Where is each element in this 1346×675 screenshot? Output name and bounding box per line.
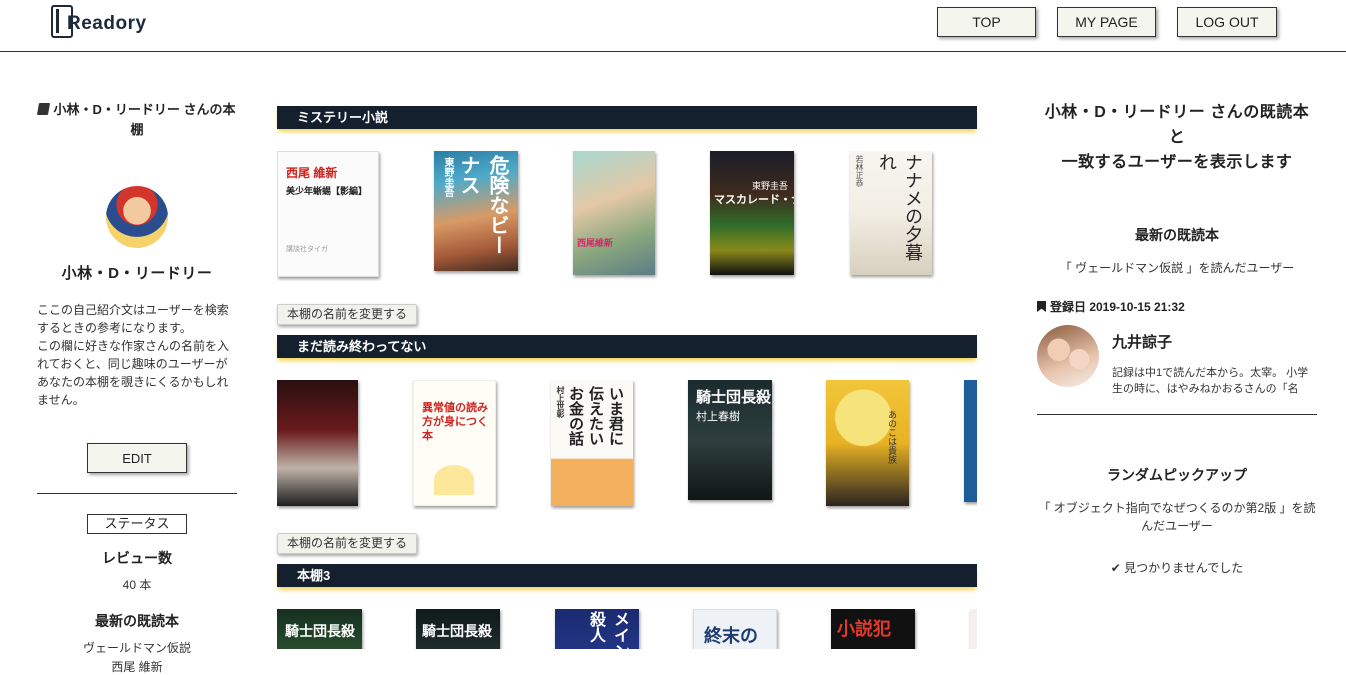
book-author: 村上春樹	[696, 411, 740, 423]
shelf-owner-text: 小林・D・リードリー さんの本棚	[53, 102, 236, 137]
book-cover[interactable]: マスカレード・ナイト 東野圭吾	[710, 151, 794, 275]
divider	[37, 493, 237, 494]
shelf-owner-heading: 小林・D・リードリー さんの本棚	[37, 100, 237, 140]
shelf-title: 本棚3	[277, 564, 977, 587]
random-note-line: 「 オブジェクト指向でなぜつくるのか第2版 」を読	[1038, 501, 1316, 515]
book-title: 小説犯	[837, 619, 891, 639]
profile-sidebar: 小林・D・リードリー さんの本棚 小林・D・リードリー ここの自己紹介文はユーザ…	[37, 100, 237, 675]
matched-user[interactable]: 九井諒子 記録は中1で読んだ本から。太宰。 小学生の時に、はやみねかおるさんの「…	[1037, 325, 1317, 415]
latest-read-title: 最新の既読本	[95, 613, 179, 629]
nav-mypage-button[interactable]: MY PAGE	[1057, 7, 1156, 37]
user-name: 小林・D・リードリー	[61, 265, 213, 282]
intro-line: この欄に好きな作家さんの名前を入	[37, 339, 230, 353]
avatar	[106, 186, 168, 248]
shelf-books: 西尾 維新 美少年蜥蜴【影編】 講談社タイガ 危険なビーナス 東野圭吾 西尾維新…	[277, 151, 977, 281]
book-cover[interactable]: メイン殺人	[555, 609, 639, 649]
book-icon	[37, 103, 51, 115]
rename-shelf-button[interactable]: 本棚の名前を変更する	[277, 533, 417, 554]
book-title: 危険なビーナス	[457, 155, 508, 255]
check-icon: ✔	[1110, 561, 1125, 575]
edit-button[interactable]: EDIT	[87, 443, 187, 473]
book-title: 騎士団長殺	[422, 623, 492, 639]
book-cover[interactable]: 小説犯	[831, 609, 915, 649]
matching-title: 小林・D・リードリー さんの既読本と 一致するユーザーを表示します	[1037, 100, 1317, 175]
book-cover[interactable]: 危険なビーナス 東野圭吾	[434, 151, 518, 271]
book-title: あのこは貴族	[887, 410, 897, 464]
book-title: メイン殺人	[587, 611, 628, 649]
status-label: ステータス	[87, 514, 187, 534]
book-cover[interactable]: ナナメの夕暮れ 若林正恭	[850, 151, 932, 275]
review-count-value: 40 本	[122, 578, 152, 592]
book-author: 若林正恭	[855, 155, 864, 187]
nav-top-button[interactable]: TOP	[937, 7, 1036, 37]
book-title: マスカレード・ナイト	[714, 194, 794, 206]
book-cover[interactable]	[970, 609, 977, 649]
header: Readory TOP MY PAGE LOG OUT	[0, 0, 1346, 52]
book-author: 西尾維新	[577, 238, 614, 248]
book-cover[interactable]: 騎士団長殺し 村上春樹	[688, 380, 772, 500]
random-pickup-heading: ランダムピックアップ	[1107, 467, 1247, 483]
book-cover[interactable]: 騎士団長殺	[416, 609, 500, 649]
matching-title-line: 小林・D・リードリー さんの既読本と	[1044, 104, 1310, 146]
latest-read-note: 「 ヴェールドマン仮説 」を読んだユーザー	[1059, 261, 1295, 275]
random-note-line: んだユーザー	[1141, 519, 1213, 533]
intro-line: ここの自己紹介文はユーザーを検索	[37, 303, 229, 317]
book-author: 西尾 維新	[286, 166, 338, 180]
book-publisher: 講談社タイガ	[286, 246, 328, 253]
shelf-title: まだ読み終わってない	[277, 335, 977, 358]
bookmark-icon	[1037, 301, 1046, 312]
matching-title-line: 一致するユーザーを表示します	[1061, 154, 1293, 171]
book-cover[interactable]: 西尾 維新 美少年蜥蜴【影編】 講談社タイガ	[277, 151, 379, 277]
book-author: 東野圭吾	[442, 157, 453, 197]
logo[interactable]: Readory	[51, 3, 147, 39]
book-author: 村上世彰	[556, 386, 565, 418]
rename-shelf-button[interactable]: 本棚の名前を変更する	[277, 304, 417, 325]
review-count-title: レビュー数	[102, 550, 172, 566]
book-title: いま君に伝えたいお金の話	[567, 386, 624, 446]
logo-book-icon	[51, 4, 73, 38]
registered-date-text: 登録日 2019-10-15 21:32	[1050, 300, 1185, 314]
random-pickup-note: 「 オブジェクト指向でなぜつくるのか第2版 」を読 んだユーザー	[1037, 499, 1317, 535]
intro-line: するときの参考になります。	[37, 321, 192, 335]
book-cover[interactable]	[277, 380, 358, 506]
not-found-text: 見つかりませんでした	[1124, 561, 1244, 575]
matching-users-panel: 小林・D・リードリー さんの既読本と 一致するユーザーを表示します 最新の既読本…	[1037, 100, 1317, 576]
nav-logout-button[interactable]: LOG OUT	[1177, 7, 1277, 37]
latest-read-book[interactable]: ヴェールドマン仮説	[37, 639, 237, 656]
matched-user-description: 記録は中1で読んだ本から。太宰。 小学生の時に、はやみねかおるさんの「名探…	[1112, 367, 1309, 395]
book-author: 東野圭吾	[751, 181, 788, 191]
book-cover[interactable]: 西尾維新	[573, 151, 655, 275]
book-title: 美少年蜥蜴【影編】	[286, 186, 368, 196]
self-introduction: ここの自己紹介文はユーザーを検索 するときの参考になります。 この欄に好きな作家…	[37, 301, 237, 409]
shelf-books: 騎士団長殺 騎士団長殺 メイン殺人 終末の 小説犯	[277, 609, 977, 649]
not-found-message: ✔ 見つかりませんでした	[1037, 559, 1317, 576]
intro-line: あなたの本棚を覗きにくるかもしれ	[37, 375, 229, 389]
book-cover[interactable]: 騎士団長殺	[277, 609, 362, 649]
book-cover[interactable]	[964, 380, 977, 502]
intro-line: れておくと、同じ趣味のユーザーが	[37, 357, 228, 371]
latest-read-author: 西尾 維新	[111, 660, 163, 674]
book-cover[interactable]: 終末の	[693, 609, 777, 649]
latest-read-heading: 最新の既読本	[1135, 227, 1219, 243]
matched-user-avatar[interactable]	[1037, 325, 1099, 387]
book-title: ナナメの夕暮れ	[877, 153, 923, 261]
book-cover[interactable]: あのこは貴族	[826, 380, 909, 506]
book-cover[interactable]: いま君に伝えたいお金の話 村上世彰	[551, 380, 633, 506]
shelf-title: ミステリー小説	[277, 106, 977, 129]
book-title: 騎士団長殺	[285, 623, 355, 639]
registered-date: 登録日 2019-10-15 21:32	[1037, 298, 1317, 315]
intro-line: ません。	[37, 393, 85, 407]
book-title: 終末の	[704, 626, 758, 646]
book-title: 騎士団長殺し	[696, 389, 772, 406]
matched-user-name[interactable]: 九井諒子	[1112, 331, 1172, 352]
book-title: 異常値の読み方が身につく本	[422, 402, 488, 442]
logo-text: Readory	[67, 13, 147, 34]
book-cover[interactable]: 異常値の読み方が身につく本	[413, 380, 496, 506]
shelf-books: 異常値の読み方が身につく本 いま君に伝えたいお金の話 村上世彰 騎士団長殺し 村…	[277, 380, 977, 510]
